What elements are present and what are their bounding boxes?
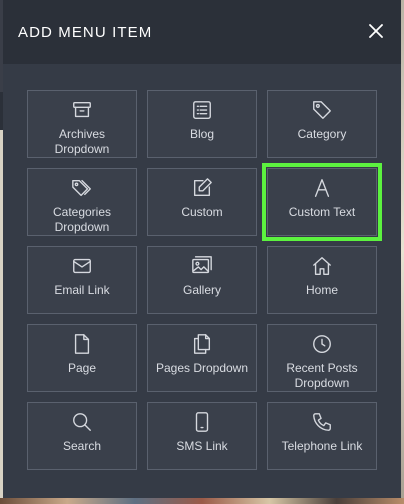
- tags-icon: [71, 177, 93, 199]
- close-icon: [369, 24, 383, 38]
- menu-item-recent-posts-dropdown[interactable]: Recent Posts Dropdown: [267, 324, 377, 392]
- menu-item-categories-dropdown[interactable]: Categories Dropdown: [27, 168, 137, 236]
- menu-item-blog[interactable]: Blog: [147, 90, 257, 158]
- modal-title: ADD MENU ITEM: [18, 24, 153, 41]
- menu-item-category[interactable]: Category: [267, 90, 377, 158]
- menu-item-grid: Archives Dropdown Blog Category Categori…: [27, 90, 382, 470]
- menu-item-label: Categories Dropdown: [52, 205, 112, 234]
- menu-item-archives-dropdown[interactable]: Archives Dropdown: [27, 90, 137, 158]
- file-icon: [71, 333, 93, 355]
- menu-item-label: Custom Text: [288, 205, 356, 219]
- menu-item-gallery[interactable]: Gallery: [147, 246, 257, 314]
- menu-item-email-link[interactable]: Email Link: [27, 246, 137, 314]
- menu-item-pages-dropdown[interactable]: Pages Dropdown: [147, 324, 257, 392]
- edit-icon: [191, 177, 213, 199]
- menu-item-telephone-link[interactable]: Telephone Link: [267, 402, 377, 470]
- menu-item-label: Home: [305, 283, 338, 297]
- menu-item-label: SMS Link: [176, 439, 228, 453]
- files-icon: [191, 333, 213, 355]
- menu-item-home[interactable]: Home: [267, 246, 377, 314]
- menu-item-label: Blog: [189, 127, 215, 141]
- menu-item-search[interactable]: Search: [27, 402, 137, 470]
- archive-icon: [71, 99, 93, 121]
- home-icon: [311, 255, 333, 277]
- menu-item-page[interactable]: Page: [27, 324, 137, 392]
- menu-item-label: Category: [297, 127, 347, 141]
- menu-item-custom-text[interactable]: Custom Text: [262, 163, 382, 241]
- menu-item-custom[interactable]: Custom: [147, 168, 257, 236]
- menu-item-label: Search: [62, 439, 102, 453]
- menu-item-label: Gallery: [182, 283, 221, 297]
- mobile-icon: [191, 411, 213, 433]
- menu-item-label: Custom: [181, 205, 223, 219]
- envelope-icon: [71, 255, 93, 277]
- clock-icon: [311, 333, 333, 355]
- menu-item-label: Pages Dropdown: [155, 361, 249, 375]
- menu-item-label: Page: [67, 361, 97, 375]
- menu-item-label: Archives Dropdown: [54, 127, 110, 156]
- tag-icon: [311, 99, 333, 121]
- search-icon: [71, 411, 93, 433]
- menu-item-label: Telephone Link: [281, 439, 363, 453]
- menu-item-sms-link[interactable]: SMS Link: [147, 402, 257, 470]
- background-page-bottom: [0, 498, 404, 504]
- modal-header: ADD MENU ITEM: [3, 0, 401, 64]
- menu-item-label: Email Link: [54, 283, 110, 297]
- add-menu-item-modal: ADD MENU ITEM Archives Dropdown Blog Cat…: [3, 0, 401, 498]
- list-icon: [191, 99, 213, 121]
- font-icon: [311, 177, 333, 199]
- close-button[interactable]: [367, 22, 385, 40]
- phone-icon: [311, 411, 333, 433]
- menu-item-label: Recent Posts Dropdown: [286, 361, 358, 390]
- images-icon: [191, 255, 213, 277]
